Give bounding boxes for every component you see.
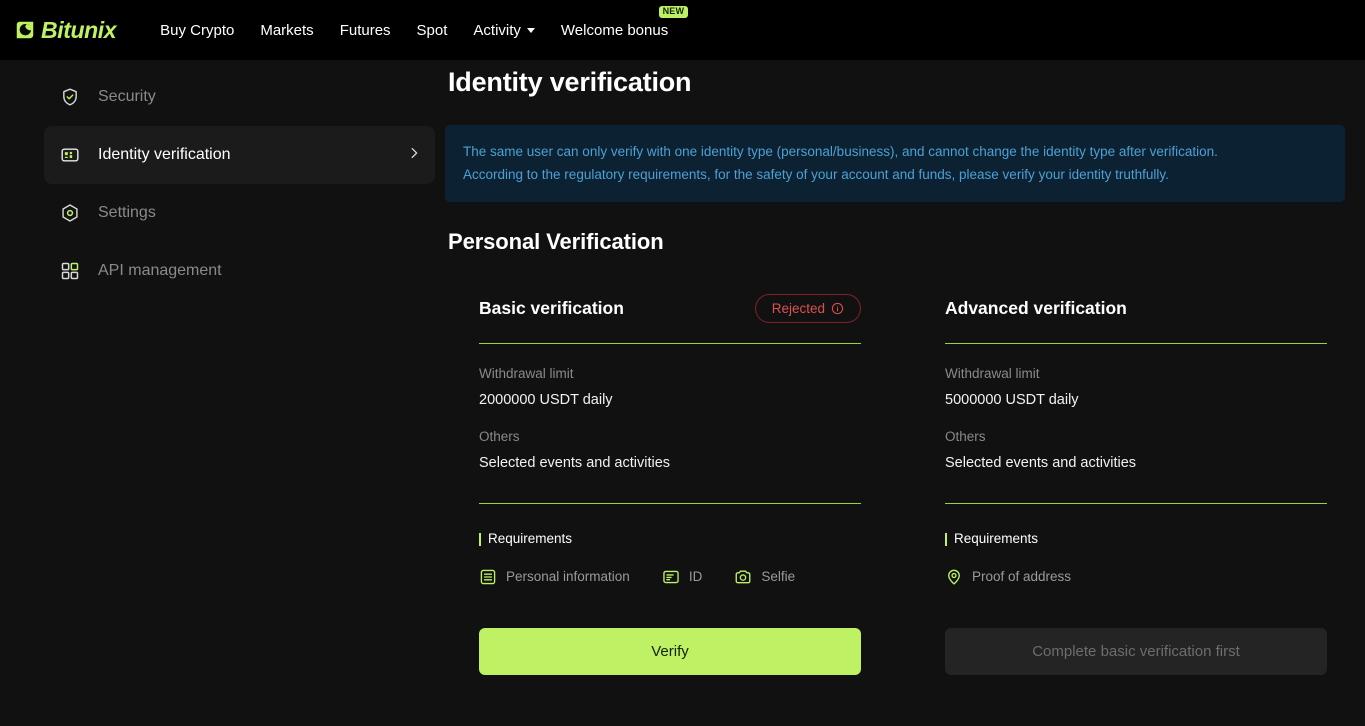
sidebar-item-identity-verification[interactable]: Identity verification [44,126,435,184]
document-lines-icon [479,568,497,586]
nav-links: Buy Crypto Markets Futures Spot Activity… [160,23,668,38]
section-title: Personal Verification [448,229,1355,255]
field-label: Withdrawal limit [945,367,1327,381]
requirement-selfie: Selfie [734,568,795,586]
nav-item-buy-crypto[interactable]: Buy Crypto [160,23,234,38]
brand-name: Bitunix [41,19,116,42]
card-header: Advanced verification [945,291,1327,325]
sidebar-item-api-management[interactable]: API management [44,242,435,300]
requirements-heading: Requirements [479,532,861,546]
sidebar-item-label: API management [98,263,421,279]
nav-item-activity[interactable]: Activity [473,23,535,38]
status-badge-rejected[interactable]: Rejected [755,294,861,324]
identity-notice-banner: The same user can only verify with one i… [445,125,1345,202]
card-divider-bottom [945,503,1327,504]
nav-label: Markets [260,23,313,38]
brand-logo[interactable]: Bitunix [14,19,116,42]
nav-label: Spot [417,23,448,38]
card-title: Advanced verification [945,298,1127,319]
requirements-list: Proof of address [945,568,1327,586]
requirements-heading: Requirements [945,532,1327,546]
chevron-down-icon [527,28,535,33]
sidebar-item-settings[interactable]: Settings [44,184,435,242]
requirement-personal-information: Personal information [479,568,630,586]
field-label: Others [945,430,1327,444]
field-value: 2000000 USDT daily [479,393,861,408]
sidebar-item-label: Settings [98,205,421,221]
complete-basic-verification-button: Complete basic verification first [945,628,1327,675]
chevron-right-icon [407,146,421,165]
nav-item-spot[interactable]: Spot [417,23,448,38]
top-navigation-bar: Bitunix Buy Crypto Markets Futures Spot … [0,0,1365,60]
sidebar-item-label: Identity verification [98,147,389,163]
requirements-label: Requirements [488,532,572,546]
withdrawal-limit-field: Withdrawal limit 2000000 USDT daily [479,367,861,407]
basic-verification-card: Basic verification Rejected [479,291,861,675]
shield-check-icon [60,87,80,107]
nav-item-welcome-bonus[interactable]: Welcome bonus NEW [561,23,668,38]
camera-icon [734,568,752,586]
accent-bar-icon [479,533,481,546]
field-value: Selected events and activities [479,456,861,471]
page-title: Identity verification [448,67,1355,98]
nav-label: Buy Crypto [160,23,234,38]
card-divider-top [945,343,1327,344]
withdrawal-limit-field: Withdrawal limit 5000000 USDT daily [945,367,1327,407]
field-value: Selected events and activities [945,456,1327,471]
settings-hexagon-icon [60,203,80,223]
card-divider-bottom [479,503,861,504]
status-label: Rejected [772,302,825,316]
others-field: Others Selected events and activities [945,430,1327,470]
verify-button[interactable]: Verify [479,628,861,675]
card-divider-top [479,343,861,344]
main-content: Identity verification The same user can … [445,60,1365,726]
field-label: Others [479,430,861,444]
page-body: Security Identity verification [0,60,1365,726]
card-header: Basic verification Rejected [479,291,861,325]
advanced-action-row: Complete basic verification first [945,628,1327,675]
others-field: Others Selected events and activities [479,430,861,470]
nav-label: Welcome bonus [561,23,668,38]
grid-squares-icon [60,261,80,281]
verification-cards: Basic verification Rejected [445,291,1355,675]
notice-line-1: The same user can only verify with one i… [463,140,1327,163]
requirement-label: Selfie [761,570,795,584]
basic-action-row: Verify [479,628,861,675]
notice-line-2: According to the regulatory requirements… [463,163,1327,186]
info-circle-icon [831,302,844,315]
requirements-label: Requirements [954,532,1038,546]
sidebar-item-label: Security [98,89,421,105]
requirement-id: ID [662,568,703,586]
id-card-icon [60,145,80,165]
requirements-list: Personal information ID [479,568,861,586]
accent-bar-icon [945,533,947,546]
new-badge: NEW [659,6,689,18]
requirement-label: Personal information [506,570,630,584]
field-value: 5000000 USDT daily [945,393,1327,408]
nav-label: Futures [340,23,391,38]
requirement-label: Proof of address [972,570,1071,584]
map-pin-icon [945,568,963,586]
requirement-proof-of-address: Proof of address [945,568,1071,586]
nav-item-futures[interactable]: Futures [340,23,391,38]
settings-sidebar: Security Identity verification [0,60,445,726]
card-title: Basic verification [479,298,624,319]
sidebar-item-security[interactable]: Security [44,68,435,126]
advanced-verification-card: Advanced verification Withdrawal limit 5… [945,291,1327,675]
id-card-outline-icon [662,568,680,586]
nav-label: Activity [473,23,521,38]
field-label: Withdrawal limit [479,367,861,381]
requirement-label: ID [689,570,703,584]
nav-item-markets[interactable]: Markets [260,23,313,38]
bitunix-leaf-icon [14,19,36,41]
